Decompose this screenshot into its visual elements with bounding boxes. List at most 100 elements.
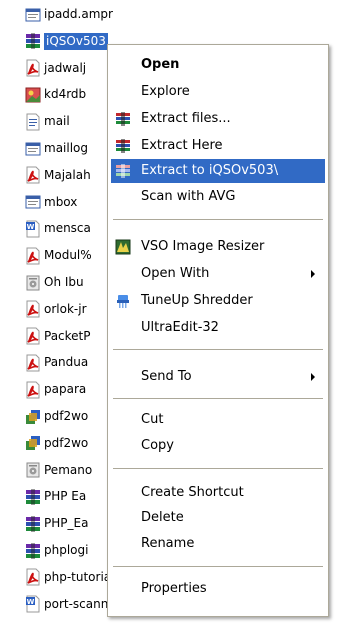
image-file-icon [24,86,42,104]
text-file-icon [24,113,42,131]
media-file-icon [24,461,42,479]
menu-item-explore[interactable]: Explore [111,80,325,104]
file-name: Oh Ibu [44,275,84,289]
menu-separator [113,398,323,399]
file-row[interactable]: jadwalj [24,58,86,79]
file-row[interactable]: phplogi [24,540,88,561]
file-row[interactable]: Pandua [24,352,88,373]
menu-item-scan-avg[interactable]: Scan with AVG [111,185,325,209]
file-name: phplogi [44,543,89,557]
menu-item-label: VSO Image Resizer [141,239,265,254]
pdf-icon [24,354,42,372]
media-file-icon [24,274,42,292]
menu-item-tuneup-shredder[interactable]: TuneUp Shredder [111,289,325,313]
menu-item-label: Rename [141,536,195,551]
file-row[interactable]: iQSOv503 [24,31,108,52]
file-name: orlok-jr [44,301,87,316]
menu-item-vso-resizer[interactable]: VSO Image Resizer [111,235,325,259]
rar-archive-icon [24,32,42,50]
menu-item-label: UltraEdit-32 [141,320,219,335]
file-name: Modul% [44,248,92,263]
file-name: pdf2wo [44,409,89,423]
file-name: jadwalj [44,60,87,75]
file-row[interactable]: mail [24,111,70,132]
menu-item-label: Explore [141,84,190,99]
submenu-arrow-icon [311,270,315,278]
menu-item-open-with[interactable]: Open With [111,262,325,286]
file-name: PHP Ea [44,489,87,504]
file-row[interactable]: mbox [24,192,77,213]
file-name: mail [44,114,70,129]
file-row[interactable]: maillog [24,138,88,159]
file-name: pdf2wo [44,435,89,450]
menu-separator [113,566,323,567]
pdf-icon [24,300,42,318]
file-row[interactable]: orlok-jr [24,299,87,320]
pdf-icon [24,381,42,399]
setup-icon [24,434,42,452]
file-row[interactable]: kd4rdb [24,84,86,105]
file-name: maillog [44,141,89,155]
menu-separator [113,349,323,350]
menu-item-label: Extract files... [141,111,231,126]
menu-item-cut[interactable]: Cut [111,408,325,432]
file-name: Pemano [44,462,93,477]
pdf-icon [24,327,42,345]
pdf-icon [24,59,42,77]
window-file-icon [24,193,42,211]
menu-item-label: Extract Here [141,138,223,153]
menu-item-extract-here[interactable]: Extract Here [111,134,325,158]
menu-item-open[interactable]: Open [111,53,325,77]
file-row[interactable]: Modul% [24,245,92,266]
winrar-icon [116,139,130,153]
menu-item-delete[interactable]: Delete [111,506,325,530]
file-row[interactable]: pdf2wo [24,433,88,454]
winrar-icon [116,112,130,126]
file-name: mensca [44,221,91,236]
file-row[interactable]: Majalah [24,165,91,186]
file-row[interactable]: Oh Ibu [24,272,84,293]
file-name: kd4rdb [44,87,87,102]
file-row[interactable]: Pemano [24,460,92,481]
menu-item-extract-files[interactable]: Extract files... [111,107,325,131]
file-name: Majalah [44,167,91,182]
menu-item-extract-to[interactable]: Extract to iQSOv503\ [111,159,325,183]
vso-resizer-icon [115,239,131,255]
menu-item-label: Extract to iQSOv503\ [141,163,279,178]
pdf-icon [24,166,42,184]
menu-item-label: Create Shortcut [141,485,244,500]
file-row[interactable]: papara [24,379,86,400]
menu-item-label: Cut [141,412,164,427]
menu-item-label: TuneUp Shredder [141,293,253,308]
file-row[interactable]: PHP Ea [24,486,86,507]
word-doc-icon: W [24,595,42,613]
menu-item-label: Open With [141,266,210,281]
rar-archive-icon [24,515,42,533]
menu-item-copy[interactable]: Copy [111,434,325,458]
menu-item-rename[interactable]: Rename [111,532,325,556]
pdf-icon [24,247,42,265]
file-name: papara [44,382,87,397]
file-name: PacketP [44,328,91,343]
file-row[interactable]: Wmensca [24,218,91,239]
file-name: iQSOv503 [44,32,108,50]
menu-item-ultraedit[interactable]: UltraEdit-32 [111,316,325,340]
file-row[interactable]: PacketP [24,326,91,347]
file-name: PHP_Ea [44,516,89,531]
submenu-arrow-icon [311,373,315,381]
file-name: Pandua [44,355,89,370]
file-row[interactable]: pdf2wo [24,406,88,427]
svg-text:W: W [27,598,35,606]
file-name: mbox [44,194,78,209]
file-row[interactable]: PHP_Ea [24,513,88,534]
file-row[interactable]: ipadd.ampr [24,4,113,25]
menu-item-label: Send To [141,369,192,384]
explorer-window: ipadd.ampr iQSOv503 jadwalj kd4rdb mail maill… [0,0,343,639]
word-doc-icon: W [24,220,42,238]
setup-icon [24,408,42,426]
menu-item-create-shortcut[interactable]: Create Shortcut [111,481,325,505]
menu-item-properties[interactable]: Properties [111,577,325,601]
menu-item-label: Properties [141,581,207,596]
menu-item-send-to[interactable]: Send To [111,365,325,389]
menu-item-label: Delete [141,510,184,525]
